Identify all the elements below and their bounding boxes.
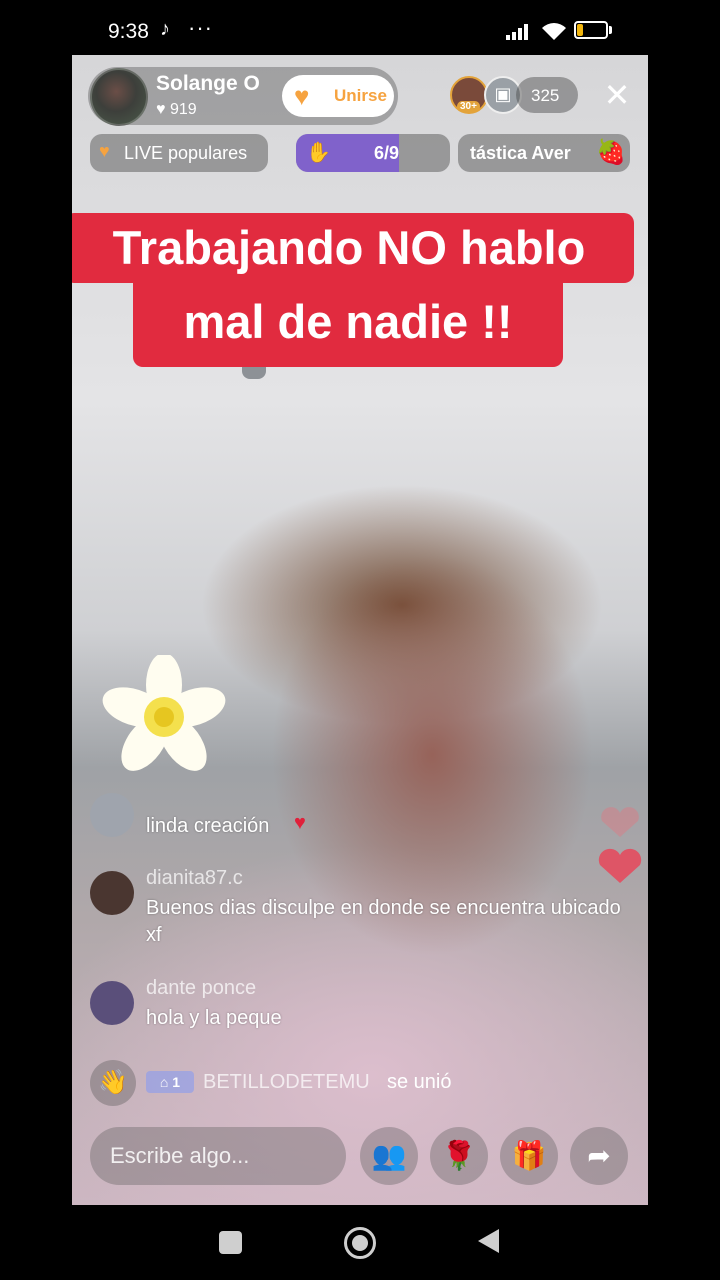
rose-icon[interactable]: 🌹: [430, 1127, 488, 1185]
battery-level: 21: [584, 22, 598, 36]
progress-label: 6/9: [374, 143, 400, 163]
ticker-label: tástica Aver: [470, 143, 571, 163]
popular-label: LIVE populares: [124, 143, 248, 163]
joined-verb: se unió: [387, 1071, 452, 1093]
share-icon[interactable]: ➦: [570, 1127, 628, 1185]
host-avatar[interactable]: [90, 68, 148, 126]
signal-icon: [506, 24, 528, 40]
comment-text: hola y la peque: [146, 1007, 282, 1029]
comment-input[interactable]: [90, 1127, 346, 1185]
status-time: 9:38: [108, 20, 149, 43]
wave-icon[interactable]: 👋: [90, 1060, 136, 1106]
live-popular-button[interactable]: ♥ LIVE populares: [90, 134, 268, 172]
viewer-badge: 30+: [457, 101, 480, 112]
battery-icon: 21: [574, 21, 608, 39]
comment-text: Buenos dias disculpe en donde se encuent…: [146, 897, 621, 946]
heart-icon: ♥: [99, 141, 110, 161]
ticker-banner[interactable]: tástica Aver 🍓: [458, 134, 630, 172]
live-video[interactable]: Solange O ♥ 919 ♥ Unirse 30+ ▣ 325 ✕ ♥ L…: [72, 55, 648, 1205]
home-button[interactable]: [344, 1227, 376, 1259]
comment-avatar[interactable]: [90, 871, 134, 915]
gift-icon[interactable]: 🎁: [500, 1127, 558, 1185]
heart-plus-icon: ♥: [294, 81, 310, 111]
fan-level: 1: [172, 1074, 181, 1090]
system-nav-bar: [0, 1205, 720, 1280]
flower-sticker: [102, 655, 226, 771]
recents-button[interactable]: [219, 1231, 242, 1254]
join-label: Unirse: [334, 86, 387, 105]
comment-avatar[interactable]: [90, 793, 134, 837]
people-icon[interactable]: 👥: [360, 1127, 418, 1185]
host-likes: ♥ 919: [156, 101, 197, 118]
comment-avatar[interactable]: [90, 981, 134, 1025]
heart-icon: ♥: [294, 812, 306, 834]
status-more: ···: [188, 15, 213, 40]
comment-text: linda creación: [146, 815, 270, 837]
gift-heart-icon: 🍓: [596, 139, 626, 166]
floating-hearts: [598, 807, 642, 883]
comment-user[interactable]: dianita87.c: [146, 867, 243, 890]
viewer-count: 325: [531, 86, 560, 105]
comment-user[interactable]: dante ponce: [146, 977, 256, 1000]
goal-progress[interactable]: ✋ 6/9: [296, 134, 450, 172]
caption-line-2: mal de nadie !!: [133, 283, 563, 367]
host-name[interactable]: Solange O: [156, 72, 260, 96]
join-button[interactable]: ♥ Unirse: [282, 75, 394, 117]
caption-line-1: Trabajando NO hablo: [72, 213, 634, 283]
ceiling-lamp: [242, 365, 266, 379]
tiktok-icon: ♪: [160, 18, 170, 40]
joined-user[interactable]: BETILLODETEMU: [203, 1071, 370, 1094]
finger-heart-icon: ✋: [306, 142, 331, 164]
battery-cap: [609, 26, 612, 34]
fan-level-badge: ⌂ 1: [146, 1071, 194, 1093]
status-bar: 9:38 ♪ ··· 21: [0, 0, 720, 56]
back-button[interactable]: [478, 1229, 499, 1253]
wifi-icon: [542, 23, 566, 40]
close-icon[interactable]: ✕: [599, 77, 635, 113]
